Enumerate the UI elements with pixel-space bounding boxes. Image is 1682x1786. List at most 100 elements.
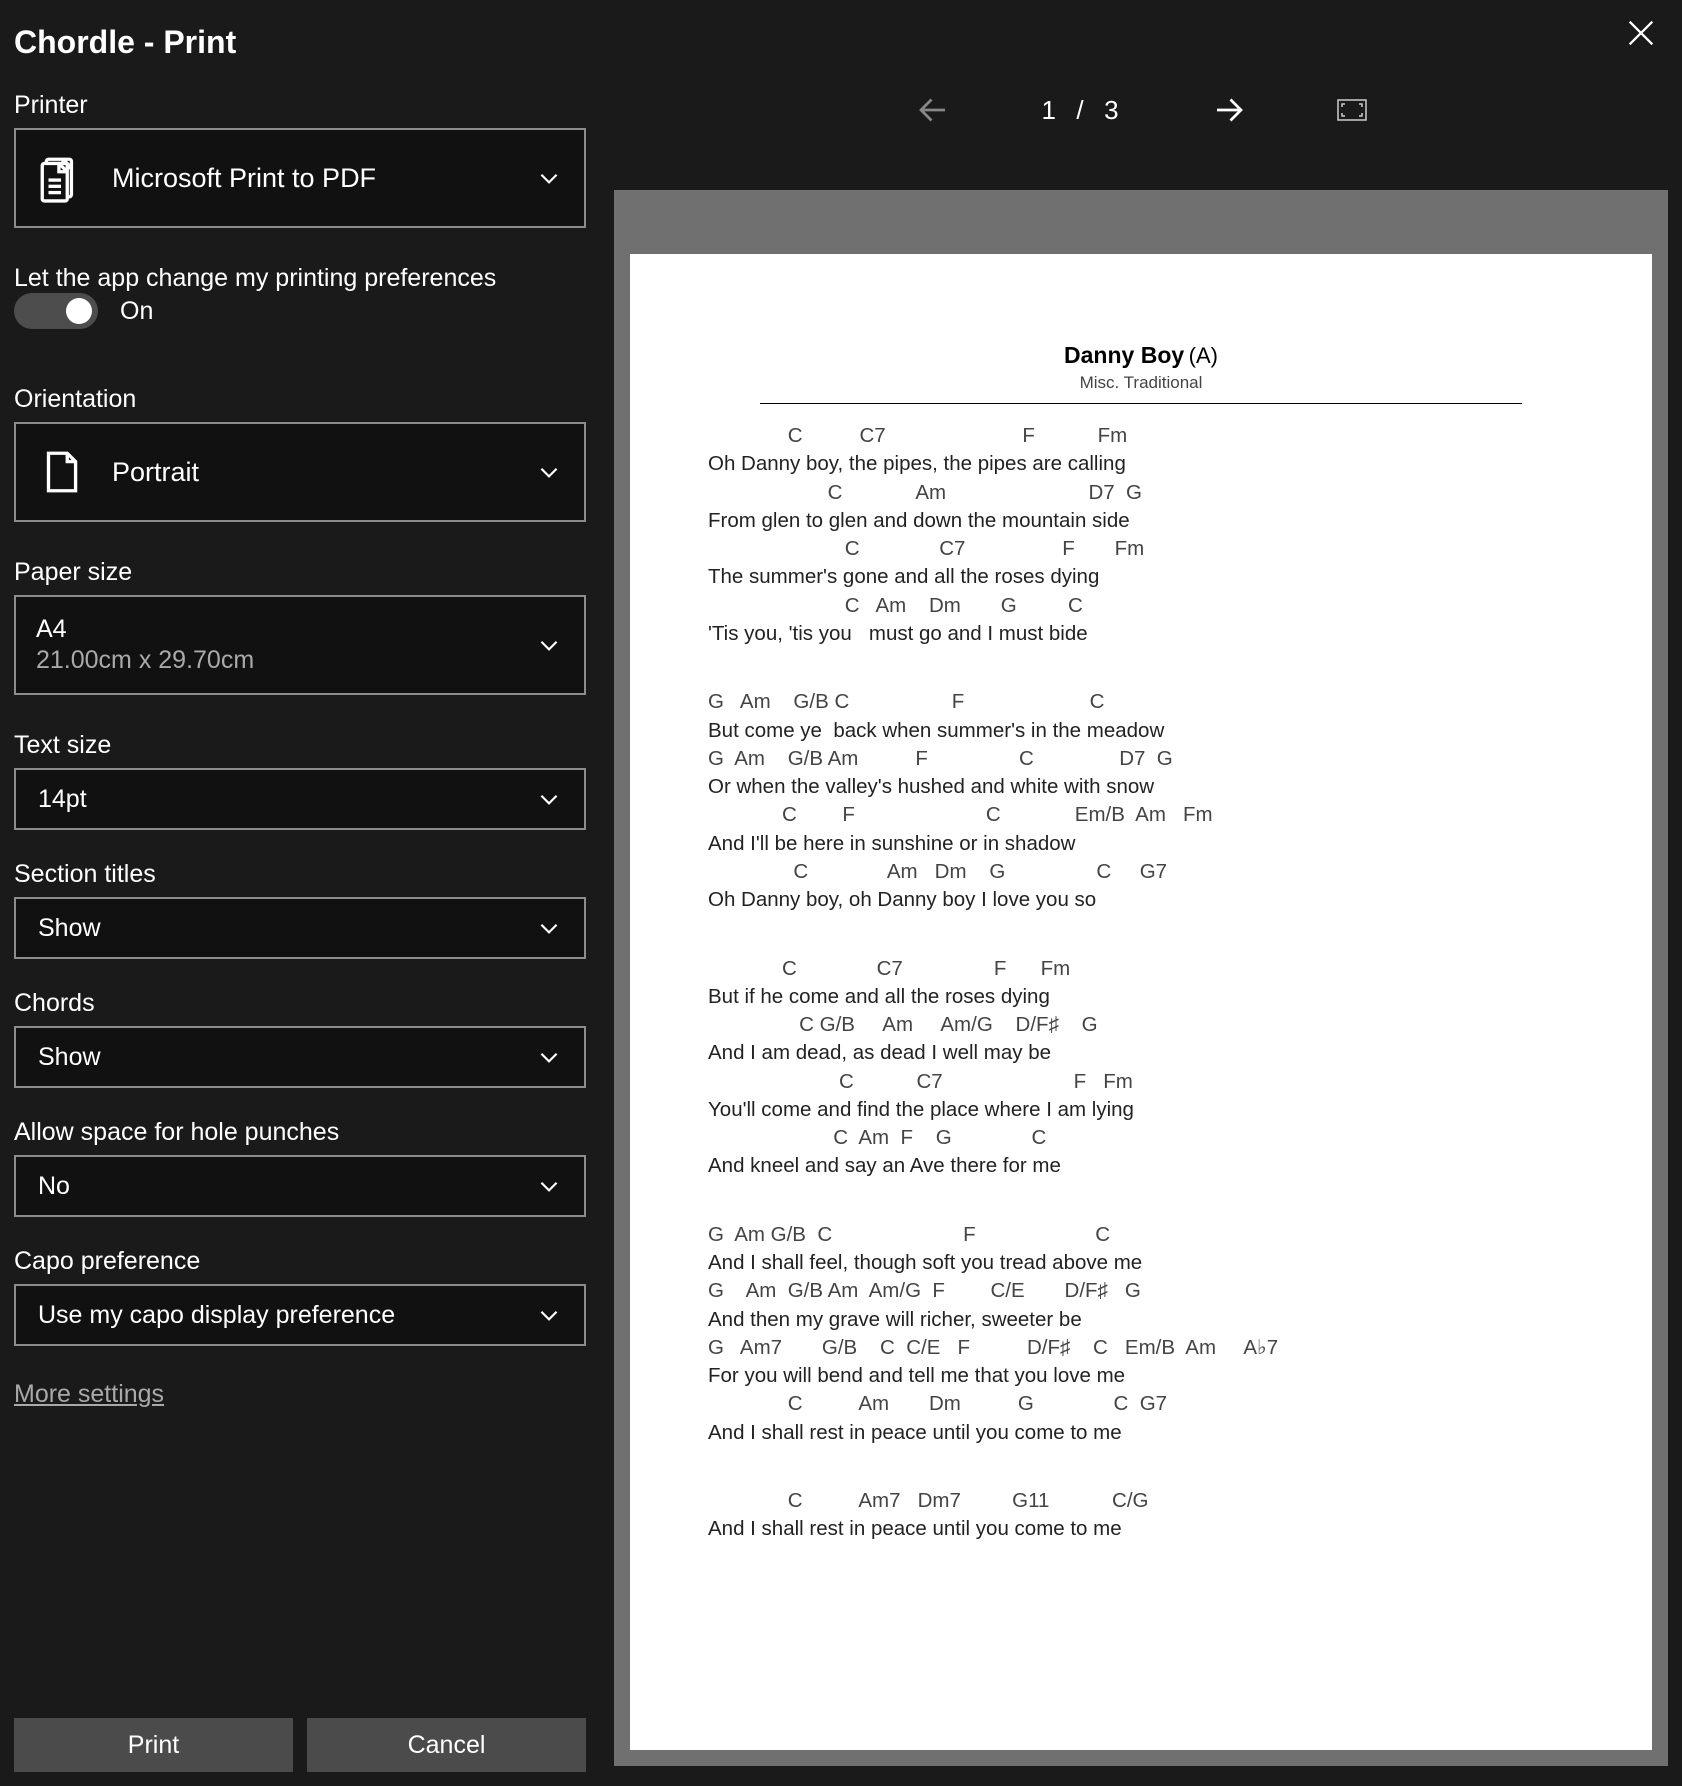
lyric-line: Or when the valley's hushed and white wi… xyxy=(708,773,1582,801)
lyric-line: And I shall rest in peace until you come… xyxy=(708,1419,1582,1447)
chord-line: C Am D7 G xyxy=(708,479,1582,507)
chevron-down-icon xyxy=(536,165,562,191)
paper-label: Paper size xyxy=(14,558,586,587)
chords-value: Show xyxy=(38,1043,556,1072)
chord-line: C C7 F Fm xyxy=(708,422,1582,450)
textsize-value: 14pt xyxy=(38,785,556,814)
lyric-line: And I shall rest in peace until you come… xyxy=(708,1515,1582,1543)
capo-label: Capo preference xyxy=(14,1247,586,1276)
printer-label: Printer xyxy=(14,91,586,120)
chord-line: C G/B Am Am/G D/F♯ G xyxy=(708,1011,1582,1039)
printer-icon xyxy=(36,153,86,203)
page-indicator: 1 / 3 xyxy=(1041,95,1120,126)
chords-dropdown[interactable]: Show xyxy=(14,1026,586,1088)
paper-value: A4 xyxy=(36,615,556,644)
lyric-line: For you will bend and tell me that you l… xyxy=(708,1362,1582,1390)
song-key: (A) xyxy=(1189,343,1218,368)
chevron-down-icon xyxy=(536,1302,562,1328)
chord-line: C Am7 Dm7 G11 C/G xyxy=(708,1487,1582,1515)
sectiontitles-value: Show xyxy=(38,914,556,943)
song-body: C C7 F FmOh Danny boy, the pipes, the pi… xyxy=(700,422,1582,1544)
printer-value: Microsoft Print to PDF xyxy=(112,163,556,194)
page-current: 1 xyxy=(1041,95,1057,125)
paper-dropdown[interactable]: A4 21.00cm x 29.70cm xyxy=(14,595,586,695)
lyric-line: From glen to glen and down the mountain … xyxy=(708,507,1582,535)
lyric-line: And I am dead, as dead I well may be xyxy=(708,1039,1582,1067)
chord-line: G Am G/B C F C xyxy=(708,688,1582,716)
song-subtitle: Misc. Traditional xyxy=(700,373,1582,393)
capo-dropdown[interactable]: Use my capo display preference xyxy=(14,1284,586,1346)
holepunch-label: Allow space for hole punches xyxy=(14,1118,586,1147)
appprefs-label: Let the app change my printing preferenc… xyxy=(14,264,586,293)
chord-line: C Am F G C xyxy=(708,1124,1582,1152)
chevron-down-icon xyxy=(536,632,562,658)
paper-sub: 21.00cm x 29.70cm xyxy=(36,646,556,675)
preview-page: Danny Boy (A) Misc. Traditional C C7 F F… xyxy=(630,254,1652,1750)
lyric-line: Oh Danny boy, the pipes, the pipes are c… xyxy=(708,450,1582,478)
lyric-line: And kneel and say an Ave there for me xyxy=(708,1152,1582,1180)
lyric-line: But come ye back when summer's in the me… xyxy=(708,717,1582,745)
footer-buttons: Print Cancel xyxy=(14,1678,586,1772)
verse: C C7 F FmOh Danny boy, the pipes, the pi… xyxy=(700,422,1582,648)
verse: G Am G/B C F CAnd I shall feel, though s… xyxy=(700,1221,1582,1447)
textsize-label: Text size xyxy=(14,731,586,760)
chord-line: G Am G/B Am F C D7 G xyxy=(708,745,1582,773)
sectiontitles-dropdown[interactable]: Show xyxy=(14,897,586,959)
chord-line: C C7 F Fm xyxy=(708,535,1582,563)
print-button[interactable]: Print xyxy=(14,1718,293,1772)
lyric-line: And I shall feel, though soft you tread … xyxy=(708,1249,1582,1277)
preview-toolbar: 1 / 3 xyxy=(600,0,1682,150)
chevron-down-icon xyxy=(536,915,562,941)
page-total: 3 xyxy=(1104,95,1120,125)
verse: C C7 F FmBut if he come and all the rose… xyxy=(700,955,1582,1181)
lyric-line: And then my grave will richer, sweeter b… xyxy=(708,1306,1582,1334)
chevron-down-icon xyxy=(536,786,562,812)
more-settings-link[interactable]: More settings xyxy=(14,1380,586,1409)
lyric-line: The summer's gone and all the roses dyin… xyxy=(708,563,1582,591)
lyric-line: You'll come and find the place where I a… xyxy=(708,1096,1582,1124)
close-button[interactable] xyxy=(1624,16,1658,50)
capo-value: Use my capo display preference xyxy=(38,1301,556,1330)
chevron-down-icon xyxy=(536,1173,562,1199)
chord-line: C Am Dm G C xyxy=(708,592,1582,620)
lyric-line: 'Tis you, 'tis you must go and I must bi… xyxy=(708,620,1582,648)
dialog-title: Chordle - Print xyxy=(14,24,586,61)
appprefs-state: On xyxy=(120,297,153,326)
chord-line: C C7 F Fm xyxy=(708,955,1582,983)
textsize-dropdown[interactable]: 14pt xyxy=(14,768,586,830)
next-page-button[interactable] xyxy=(1211,92,1247,128)
orientation-label: Orientation xyxy=(14,385,586,414)
cancel-button[interactable]: Cancel xyxy=(307,1718,586,1772)
appprefs-toggle[interactable] xyxy=(14,293,98,329)
chevron-down-icon xyxy=(536,459,562,485)
chord-line: C Am Dm G C G7 xyxy=(708,1390,1582,1418)
song-divider xyxy=(760,403,1522,404)
page-portrait-icon xyxy=(36,447,86,497)
chord-line: G Am G/B Am Am/G F C/E D/F♯ G xyxy=(708,1277,1582,1305)
holepunch-dropdown[interactable]: No xyxy=(14,1155,586,1217)
print-settings-panel: Chordle - Print Printer Microsoft Print … xyxy=(0,0,600,1786)
chords-label: Chords xyxy=(14,989,586,1018)
song-header: Danny Boy (A) Misc. Traditional xyxy=(700,342,1582,393)
holepunch-value: No xyxy=(38,1172,556,1201)
verse: C Am7 Dm7 G11 C/GAnd I shall rest in pea… xyxy=(700,1487,1582,1544)
chord-line: C F C Em/B Am Fm xyxy=(708,801,1582,829)
verse: G Am G/B C F CBut come ye back when summ… xyxy=(700,688,1582,914)
lyric-line: Oh Danny boy, oh Danny boy I love you so xyxy=(708,886,1582,914)
chord-line: G Am G/B C F C xyxy=(708,1221,1582,1249)
sectiontitles-label: Section titles xyxy=(14,860,586,889)
fit-page-button[interactable] xyxy=(1337,99,1367,121)
lyric-line: But if he come and all the roses dying xyxy=(708,983,1582,1011)
prev-page-button[interactable] xyxy=(915,92,951,128)
chord-line: G Am7 G/B C C/E F D/F♯ C Em/B Am A♭7 xyxy=(708,1334,1582,1362)
chord-line: C Am Dm G C G7 xyxy=(708,858,1582,886)
lyric-line: And I'll be here in sunshine or in shado… xyxy=(708,830,1582,858)
chevron-down-icon xyxy=(536,1044,562,1070)
orientation-dropdown[interactable]: Portrait xyxy=(14,422,586,522)
chord-line: C C7 F Fm xyxy=(708,1068,1582,1096)
preview-stage: Danny Boy (A) Misc. Traditional C C7 F F… xyxy=(614,190,1668,1766)
orientation-value: Portrait xyxy=(112,457,556,488)
song-title: Danny Boy xyxy=(1064,342,1184,368)
printer-dropdown[interactable]: Microsoft Print to PDF xyxy=(14,128,586,228)
preview-panel: 1 / 3 Danny Boy (A) Misc. Traditional xyxy=(600,0,1682,1786)
